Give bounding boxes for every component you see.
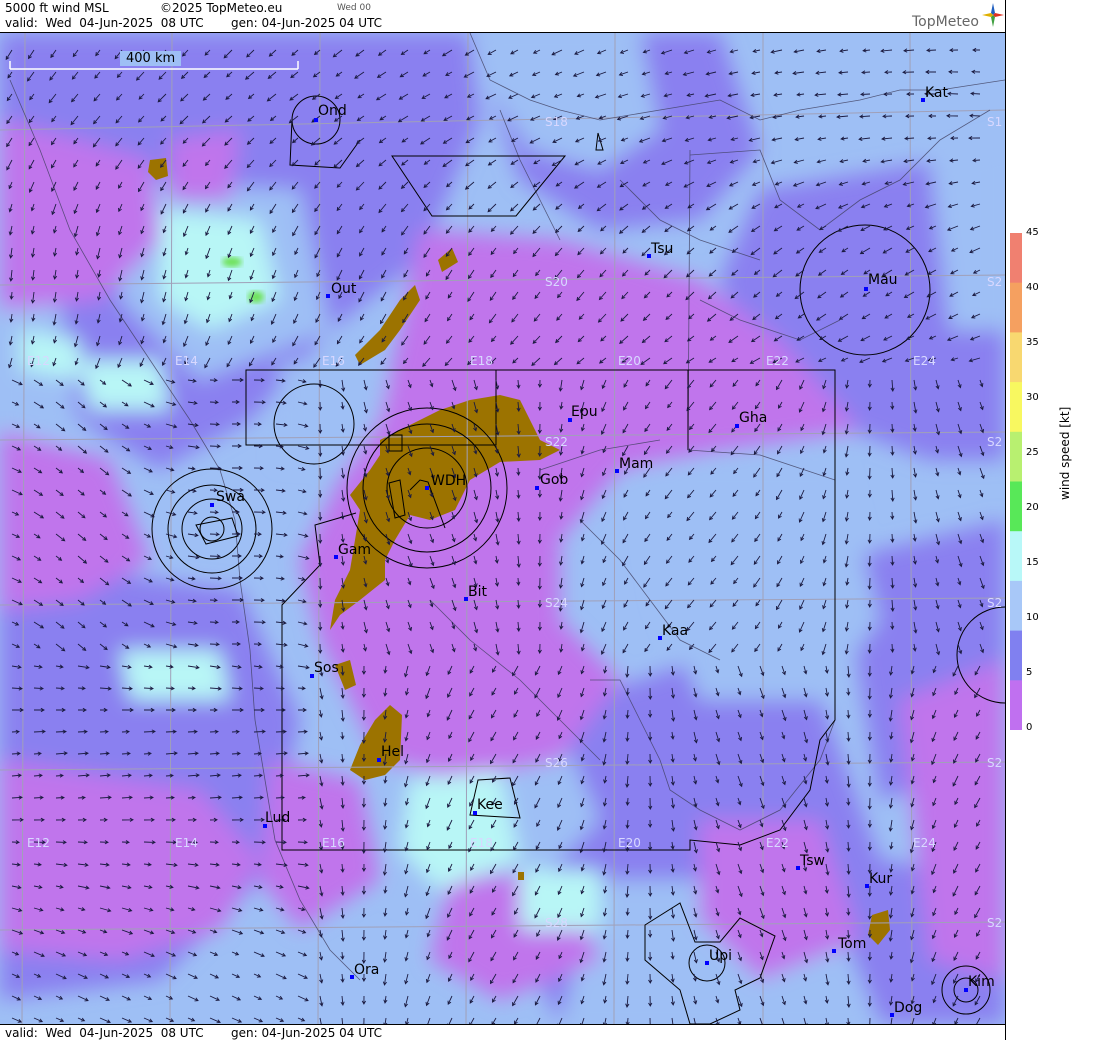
wind-speed-legend: 45 40 35 30 25 20 15 10 5 0 wind speed [kt] [1005,0,1097,1040]
run-tag: Wed 00 [337,3,371,13]
generated-time: gen: 04-Jun-2025 04 UTC [231,16,383,30]
legend-swatch [1010,630,1022,681]
city-label-upi[interactable]: Upi [709,948,732,964]
city-label-kat[interactable]: Kat [925,85,948,101]
legend-swatch [1010,531,1022,582]
legend-tick-label: 15 [1026,557,1039,568]
city-marker-wdh [425,486,429,490]
legend-swatch [1010,233,1022,284]
lat-label-s28: S28 [545,916,568,930]
city-label-bit[interactable]: Bit [468,584,487,600]
lat-label-s22: S22 [545,435,568,449]
lat-label-s24: S24 [545,596,568,610]
legend-colorbar [1010,233,1022,730]
city-marker-swa [210,503,214,507]
lon-label-e12-south: E12 [27,836,50,850]
lon-label-e12: E12 [27,354,50,368]
brand-name: TopMeteo [912,14,979,30]
city-label-dog[interactable]: Dog [894,1000,922,1016]
lat-edge-label-6: S2 [987,916,1003,930]
city-label-kur[interactable]: Kur [869,871,892,887]
map-header: 5000 ft wind MSL ©2025 TopMeteo.eu Wed 0… [0,0,1005,33]
city-label-kim[interactable]: Kim [968,974,995,990]
legend-swatch [1010,481,1022,532]
city-label-kaa[interactable]: Kaa [662,623,688,639]
lat-edge-label-4: S2 [987,596,1003,610]
wind-map[interactable]: 400 km E12 E14 E16 E18 E20 E22 E24 E12 E… [0,33,1005,1024]
field-20-25-a [222,257,242,267]
legend-tick-label: 0 [1026,722,1033,733]
city-label-mam[interactable]: Mam [619,456,653,472]
lon-label-e18: E18 [470,354,493,368]
city-label-gha[interactable]: Gha [739,410,767,426]
lat-edge-label-3: S2 [987,435,1003,449]
wind-field-svg [0,33,1005,1024]
lon-label-e20-south: E20 [618,836,641,850]
legend-tick-label: 20 [1026,502,1039,513]
legend-swatch [1010,282,1022,333]
city-label-gam[interactable]: Gam [338,542,371,558]
legend-tick-label: 5 [1026,667,1033,678]
city-label-sos[interactable]: Sos [314,660,339,676]
lon-label-e16-south: E16 [322,836,345,850]
lon-label-e22: E22 [766,354,789,368]
city-label-swa[interactable]: Swa [216,489,245,505]
city-marker-out [326,294,330,298]
lat-edge-label-1: S1 [987,115,1003,129]
lon-label-e18-south: E18 [470,836,493,850]
city-label-out[interactable]: Out [331,281,356,297]
city-label-kee[interactable]: Kee [477,797,503,813]
lon-label-e24: E24 [913,354,936,368]
city-label-gob[interactable]: Gob [540,472,568,488]
product-title: 5000 ft wind MSL [5,1,109,15]
footer-valid-time: valid: Wed 04-Jun-2025 08 UTC [5,1026,204,1040]
city-label-mau[interactable]: Mau [868,272,898,288]
legend-swatch [1010,382,1022,433]
legend-swatch [1010,332,1022,383]
lat-label-s26: S26 [545,756,568,770]
lat-label-s20: S20 [545,275,568,289]
legend-tick-label: 35 [1026,337,1039,348]
legend-swatch [1010,580,1022,632]
legend-swatch [1010,431,1022,482]
legend-tick-label: 40 [1026,282,1039,293]
scale-bar-label: 400 km [120,51,182,66]
lon-label-e14-south: E14 [175,836,198,850]
city-label-hel[interactable]: Hel [381,744,404,760]
city-label-tom[interactable]: Tom [838,936,866,952]
city-label-ora[interactable]: Ora [354,962,379,978]
lon-label-e20: E20 [618,354,641,368]
compass-logo-icon [982,3,1004,27]
city-marker-gob [535,486,539,490]
legend-tick-label: 25 [1026,447,1039,458]
legend-title: wind speed [kt] [1058,406,1072,500]
city-label-wdh[interactable]: WDH [431,473,466,489]
copyright-text: ©2025 TopMeteo.eu [160,1,283,15]
lat-edge-label-5: S2 [987,756,1003,770]
lon-label-e24-south: E24 [913,836,936,850]
city-label-tsu[interactable]: Tsu [651,241,673,257]
city-marker-tom [832,949,836,953]
city-label-ond[interactable]: Ond [318,103,347,119]
map-footer: valid: Wed 04-Jun-2025 08 UTC gen: 04-Ju… [0,1024,1005,1041]
lon-label-e16: E16 [322,354,345,368]
city-label-epu[interactable]: Epu [571,404,598,420]
lon-label-e14: E14 [175,354,198,368]
city-label-tsw[interactable]: Tsw [800,853,825,869]
lon-label-e22-south: E22 [766,836,789,850]
lat-edge-label-2: S2 [987,275,1003,289]
legend-tick-label: 30 [1026,392,1039,403]
legend-tick-label: 10 [1026,612,1039,623]
footer-generated-time: gen: 04-Jun-2025 04 UTC [231,1026,383,1040]
lat-label-s18: S18 [545,115,568,129]
legend-tick-label: 45 [1026,227,1039,238]
valid-time: valid: Wed 04-Jun-2025 08 UTC [5,16,204,30]
legend-swatch [1010,680,1022,730]
city-label-lud[interactable]: Lud [265,810,290,826]
